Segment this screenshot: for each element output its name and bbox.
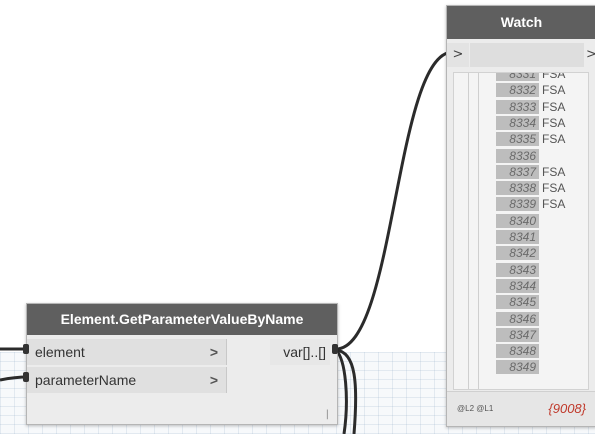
input-pin-element[interactable]	[23, 344, 29, 354]
watch-port-bar	[470, 43, 584, 67]
watch-list-item[interactable]: 8343	[496, 262, 542, 277]
watch-list-item[interactable]: 8348	[496, 344, 542, 359]
item-count: {9008}	[548, 401, 586, 416]
list-levels-label[interactable]: @L2 @L1	[457, 392, 493, 426]
watch-output-port[interactable]: >	[586, 43, 595, 67]
watch-list-view[interactable]: 8331 FSA 8332 FSA 8333 FSA 8334 FSA 8335 FSA 8336 8…	[453, 72, 589, 390]
list-index: 8335	[496, 132, 539, 147]
list-index: 8347	[496, 327, 539, 342]
wire-output-to-watch[interactable]	[335, 50, 453, 351]
node-resize-grip[interactable]: |	[326, 409, 329, 420]
input-port-element[interactable]: element >	[27, 339, 227, 365]
list-value: FSA	[542, 181, 566, 196]
list-index: 8340	[496, 213, 539, 228]
list-index: 8341	[496, 230, 539, 244]
list-index: 8345	[496, 295, 539, 310]
list-index: 8346	[496, 311, 539, 326]
list-index: 8338	[496, 181, 539, 196]
watch-list-item[interactable]: 8347	[496, 327, 542, 342]
list-value: FSA	[542, 72, 566, 81]
list-index: 8343	[496, 262, 539, 277]
list-value: FSA	[542, 83, 566, 98]
output-port-label: var[]..[]	[283, 344, 326, 360]
watch-input-port[interactable]: >	[447, 43, 469, 67]
input-pin-parametername[interactable]	[23, 372, 29, 382]
input-port-label: element	[35, 344, 85, 360]
list-value: FSA	[542, 197, 566, 212]
list-value: FSA	[542, 99, 566, 114]
list-index: 8344	[496, 278, 539, 293]
list-index: 8331	[496, 73, 539, 81]
watch-list-item[interactable]: 8339 FSA	[496, 197, 566, 212]
tree-guide-line	[468, 73, 469, 389]
watch-list-item[interactable]: 8346	[496, 311, 542, 326]
list-index: 8333	[496, 99, 539, 114]
list-value: FSA	[542, 132, 566, 147]
watch-node[interactable]: Watch > > 8331FSA8332FSA8333FSA8334FSA83…	[446, 5, 595, 427]
output-port-var[interactable]: var[]..[]	[270, 339, 330, 365]
watch-list-item[interactable]: 8340	[496, 213, 542, 228]
list-value: FSA	[542, 164, 566, 179]
watch-list-item[interactable]: 8331 FSA	[496, 72, 566, 81]
watch-list-item[interactable]: 8342	[496, 246, 542, 261]
watch-list-item[interactable]: 8336	[496, 148, 542, 163]
watch-list-item[interactable]: 8338 FSA	[496, 181, 566, 196]
watch-list-item[interactable]: 8335 FSA	[496, 132, 566, 147]
list-index: 8342	[496, 246, 539, 261]
watch-list-item[interactable]: 8345	[496, 295, 542, 310]
graph-canvas[interactable]: Element.GetParameterValueByName element …	[0, 0, 595, 434]
watch-list-item[interactable]: 8349	[496, 360, 542, 375]
chevron-right-icon[interactable]: >	[210, 367, 218, 393]
watch-list-item[interactable]: 8332 FSA	[496, 83, 566, 98]
output-pin-var[interactable]	[332, 344, 338, 354]
list-index: 8332	[496, 83, 539, 98]
list-index: 8337	[496, 164, 539, 179]
chevron-right-icon[interactable]: >	[210, 339, 218, 365]
getparametervaluebyname-node[interactable]: Element.GetParameterValueByName element …	[26, 303, 338, 425]
input-port-parametername[interactable]: parameterName >	[27, 367, 227, 393]
list-index: 8339	[496, 197, 539, 212]
watch-list-item[interactable]: 8341	[496, 230, 542, 244]
list-index: 8349	[496, 360, 539, 375]
watch-list-item[interactable]: 8334 FSA	[496, 115, 566, 130]
watch-title[interactable]: Watch	[447, 6, 595, 39]
list-index: 8334	[496, 115, 539, 130]
list-value: FSA	[542, 115, 566, 130]
node-title[interactable]: Element.GetParameterValueByName	[27, 304, 337, 335]
watch-footer: @L2 @L1 {9008}	[447, 391, 595, 426]
watch-list-item[interactable]: 8337 FSA	[496, 164, 566, 179]
watch-list-item[interactable]: 8344	[496, 278, 542, 293]
list-index: 8336	[496, 148, 539, 163]
input-port-label: parameterName	[35, 372, 137, 388]
watch-list-item[interactable]: 8333 FSA	[496, 99, 566, 114]
tree-guide-line	[478, 73, 479, 389]
list-index: 8348	[496, 344, 539, 359]
